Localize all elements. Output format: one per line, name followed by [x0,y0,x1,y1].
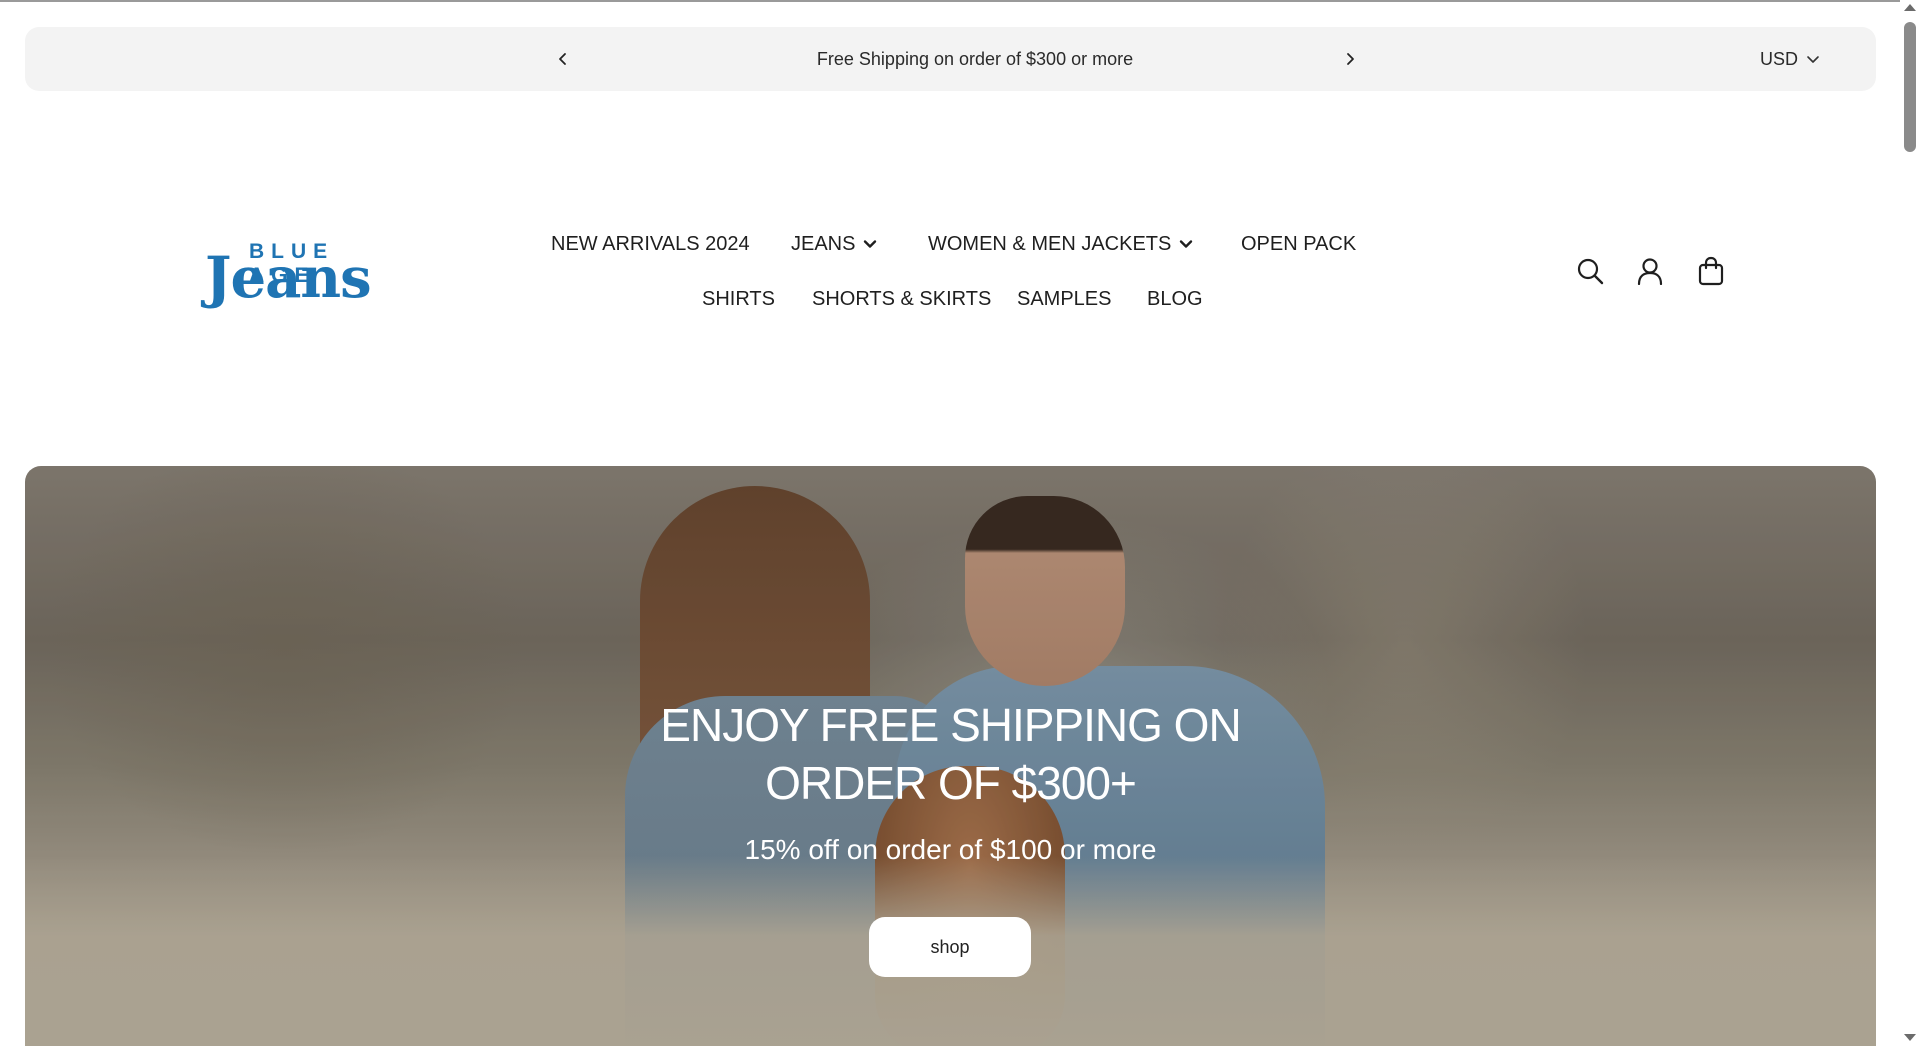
scroll-up-arrow-icon[interactable] [1904,4,1916,11]
announcement-next-button[interactable] [1338,47,1362,71]
currency-selector[interactable]: USD [1760,47,1820,71]
announcement-bar: Free Shipping on order of $300 or more U… [25,27,1876,91]
hero-title: ENJOY FREE SHIPPING ON ORDER OF $300+ [25,696,1876,812]
nav-item-jeans[interactable]: JEANS [791,230,877,258]
chevron-right-icon [1347,53,1354,65]
nav-item-jackets[interactable]: WOMEN & MEN JACKETS [928,230,1193,258]
cart-bag-icon [1698,256,1724,286]
nav-label: BLOG [1147,287,1203,310]
hero-title-line2: ORDER OF $300+ [765,757,1137,809]
shop-button[interactable]: shop [869,917,1031,977]
nav-item-shirts[interactable]: SHIRTS [702,285,775,313]
chevron-down-icon [1180,240,1193,248]
cart-button[interactable] [1696,256,1726,286]
announcement-message: Free Shipping on order of $300 or more [816,48,1134,69]
search-icon [1577,258,1604,285]
currency-value: USD [1760,48,1799,69]
chevron-down-icon [864,240,877,248]
nav-label: SHIRTS [702,287,775,310]
scroll-down-arrow-icon[interactable] [1904,1034,1916,1041]
announcement-prev-button[interactable] [551,47,575,71]
browser-top-edge [0,0,1920,2]
nav-item-blog[interactable]: BLOG [1147,285,1203,313]
hero-title-line1: ENJOY FREE SHIPPING ON [660,699,1241,751]
site-logo[interactable]: BLUE AGE Jeans [205,238,405,308]
nav-item-new-arrivals[interactable]: NEW ARRIVALS 2024 [551,230,750,258]
nav-label: WOMEN & MEN JACKETS [928,232,1172,255]
search-button[interactable] [1575,256,1605,286]
page-scrollbar[interactable] [1900,0,1920,1046]
hero-banner: ENJOY FREE SHIPPING ON ORDER OF $300+ 15… [25,466,1876,1046]
nav-item-samples[interactable]: SAMPLES [1017,285,1111,313]
logo-main-text: Jeans [205,245,372,311]
scrollbar-thumb[interactable] [1904,22,1916,152]
hero-subtitle: 15% off on order of $100 or more [744,834,1157,865]
account-icon [1637,258,1663,285]
nav-item-shorts-skirts[interactable]: SHORTS & SKIRTS [812,285,991,313]
nav-item-open-pack[interactable]: OPEN PACK [1241,230,1356,258]
chevron-down-icon [1807,56,1819,63]
nav-label: SHORTS & SKIRTS [812,287,992,310]
nav-label: OPEN PACK [1241,232,1357,255]
chevron-left-icon [559,53,566,65]
account-button[interactable] [1635,256,1665,286]
nav-label: NEW ARRIVALS 2024 [551,232,750,255]
nav-label: SAMPLES [1017,287,1112,310]
nav-label: JEANS [791,232,856,255]
